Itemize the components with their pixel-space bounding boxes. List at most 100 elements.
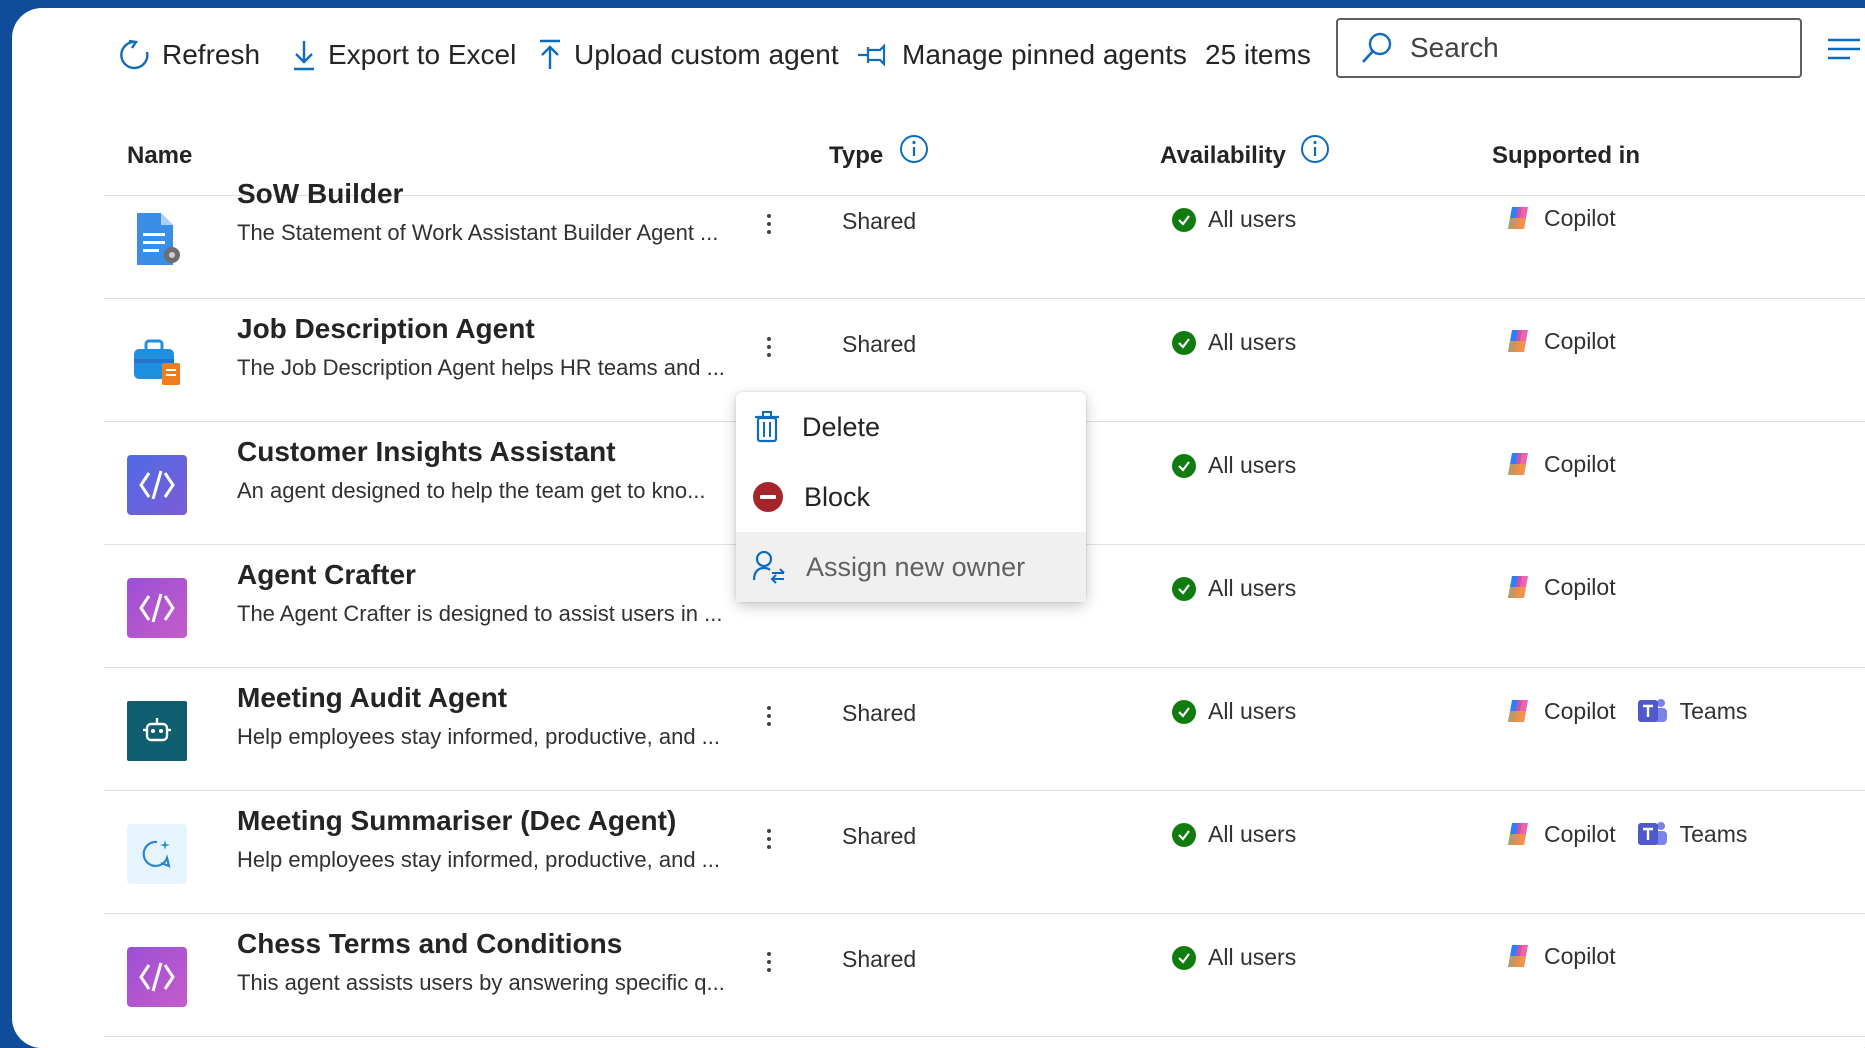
column-type-label: Type [829,142,884,169]
supported-label: Copilot [1544,942,1616,969]
table-row[interactable]: Meeting Summariser (Dec Agent) Help empl… [104,791,1865,914]
person-swap-icon [752,550,785,584]
copilot-icon [1508,823,1528,845]
agent-title[interactable]: Agent Crafter [237,559,416,591]
check-circle-icon [1172,207,1196,232]
more-options-button[interactable] [754,942,784,982]
agent-description: The Statement of Work Assistant Builder … [237,220,719,245]
availability-label: All users [1208,329,1297,355]
agent-title[interactable]: Meeting Audit Agent [237,682,507,714]
agent-title[interactable]: Customer Insights Assistant [237,436,616,468]
availability-label: All users [1208,575,1297,601]
supported-in-cell: Copilot [1504,204,1636,232]
agent-title[interactable]: SoW Builder [237,178,403,210]
more-vertical-icon [767,829,771,849]
agent-code-icon [127,947,187,1007]
supported-copilot: Copilot [1504,204,1616,232]
table-row[interactable]: Chess Terms and Conditions This agent as… [104,914,1865,1037]
agent-description: The Agent Crafter is designed to assist … [237,601,723,626]
export-excel-button[interactable]: Export to Excel [290,30,516,80]
agent-description: Help employees stay informed, productive… [237,847,721,872]
copilot-icon [1508,453,1528,475]
block-icon [753,482,783,512]
more-options-button[interactable] [754,696,784,736]
agent-description: Help employees stay informed, productive… [237,724,721,749]
supported-label: Teams [1679,820,1748,847]
refresh-label: Refresh [162,39,261,70]
column-supported-label: Supported in [1492,142,1640,169]
supported-copilot: Copilot [1504,573,1616,601]
assign-owner-menu-item[interactable]: Assign new owner [736,532,1086,602]
supported-label: Copilot [1544,327,1616,354]
availability-cell: All users [1172,821,1296,848]
download-icon [294,41,314,71]
agent-type: Shared [842,208,917,234]
copilot-icon [1508,330,1528,352]
more-options-button[interactable] [754,327,784,367]
table-row[interactable]: SoW Builder The Statement of Work Assist… [104,176,1865,299]
more-options-button[interactable] [754,819,784,859]
upload-agent-button[interactable]: Upload custom agent [536,30,839,80]
more-vertical-icon [767,337,771,357]
agent-type: Shared [842,700,917,726]
supported-in-cell: Copilot Teams [1504,819,1767,849]
more-vertical-icon [767,952,771,972]
supported-label: Copilot [1544,573,1616,600]
info-icon[interactable] [899,134,929,164]
supported-in-cell: Copilot Teams [1504,696,1767,726]
agent-title[interactable]: Job Description Agent [237,313,535,345]
supported-label: Copilot [1544,204,1616,231]
agent-description: An agent designed to help the team get t… [237,478,706,503]
column-availability-label: Availability [1160,142,1286,169]
check-circle-icon [1172,330,1196,355]
availability-label: All users [1208,698,1297,724]
assign-owner-label: Assign new owner [806,551,1026,582]
row-context-menu: Delete Block Assign new owner [736,392,1086,602]
supported-copilot: Copilot [1504,450,1616,478]
command-bar: Refresh Export to Excel Upload custom ag… [12,8,1865,100]
teams-icon [1637,699,1667,722]
delete-label: Delete [802,411,881,442]
supported-label: Copilot [1544,697,1616,724]
document-gear-icon [127,209,187,269]
availability-cell: All users [1172,944,1296,971]
table-row[interactable]: Meeting Audit Agent Help employees stay … [104,668,1865,791]
copilot-icon [1508,576,1528,598]
availability-cell: All users [1172,329,1296,356]
teams-icon [1637,822,1667,845]
check-circle-icon [1172,453,1196,478]
availability-cell: All users [1172,575,1296,602]
agent-description: This agent assists users by answering sp… [237,970,725,995]
supported-label: Teams [1679,697,1748,724]
upload-label: Upload custom agent [574,39,839,70]
agent-title[interactable]: Chess Terms and Conditions [237,928,622,960]
manage-pinned-button[interactable]: Manage pinned agents [856,30,1187,80]
more-vertical-icon [767,214,771,234]
bot-icon [127,701,187,761]
search-input[interactable] [1408,31,1792,65]
supported-copilot: Copilot [1504,697,1616,725]
item-count: 25 items [1205,39,1311,70]
supported-teams: Teams [1636,696,1748,726]
refresh-icon [120,39,149,70]
supported-label: Copilot [1544,450,1616,477]
check-circle-icon [1172,699,1196,724]
info-icon[interactable] [1300,134,1330,164]
agent-type: Shared [842,331,917,357]
view-options-button[interactable] [1826,36,1862,69]
block-menu-item[interactable]: Block [736,462,1086,532]
export-label: Export to Excel [328,39,517,70]
refresh-button[interactable]: Refresh [118,30,260,80]
supported-teams: Teams [1636,819,1748,849]
agent-title[interactable]: Meeting Summariser (Dec Agent) [237,805,676,837]
search-box[interactable] [1336,18,1802,78]
block-label: Block [804,481,871,512]
more-options-button[interactable] [754,204,784,244]
column-name-label: Name [127,142,193,169]
more-vertical-icon [767,706,771,726]
upload-icon [540,39,560,69]
delete-menu-item[interactable]: Delete [736,392,1086,462]
check-circle-icon [1172,822,1196,847]
supported-in-cell: Copilot [1504,450,1636,478]
briefcase-icon [127,332,187,392]
